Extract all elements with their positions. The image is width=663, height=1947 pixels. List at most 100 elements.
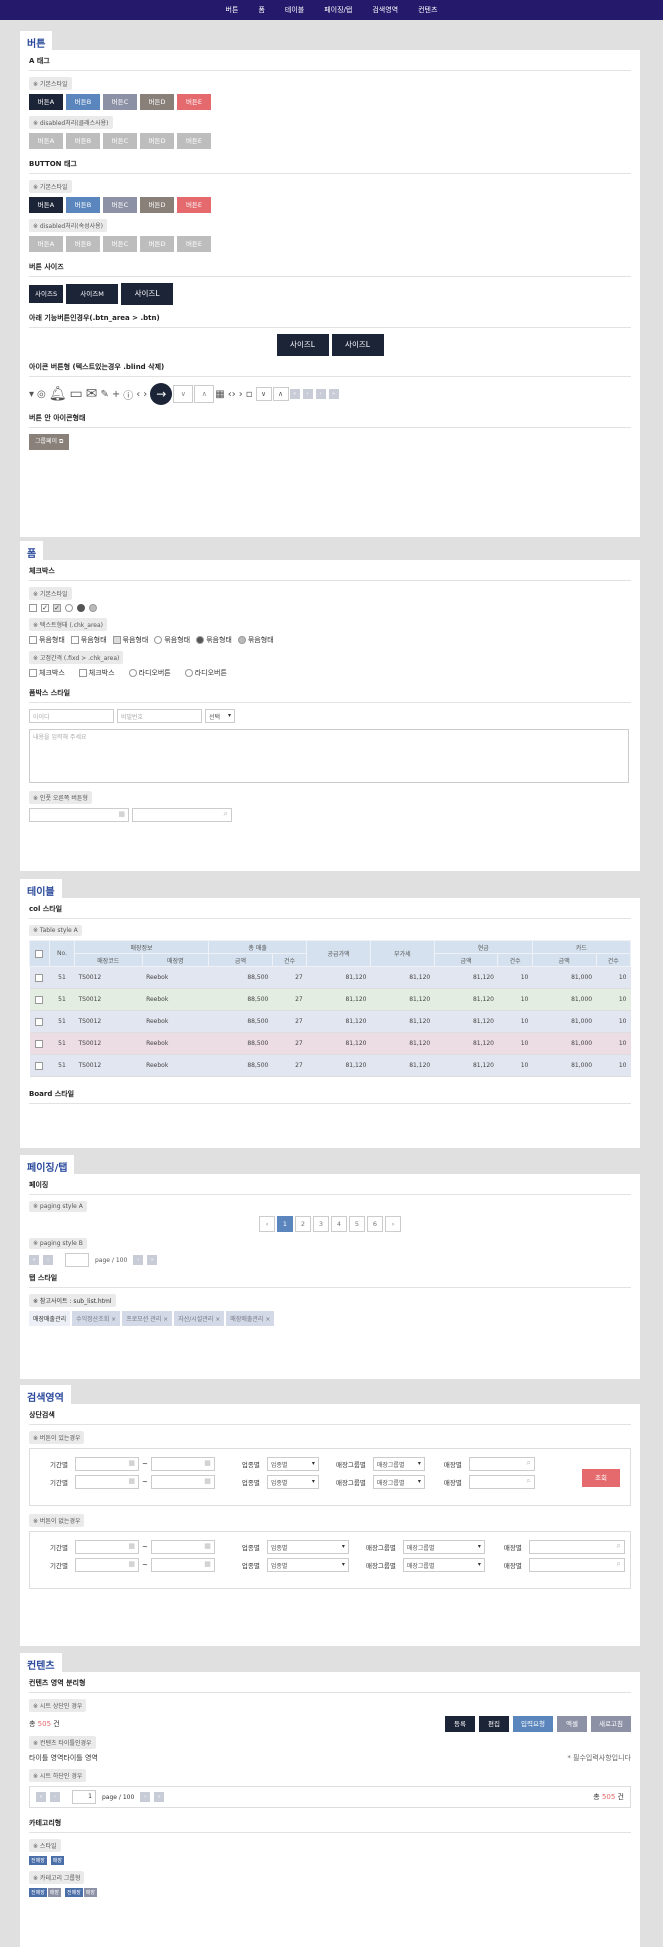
store-search-input[interactable] <box>468 1457 535 1471</box>
fixed-radio[interactable]: 라디오버튼 <box>184 668 227 678</box>
page-input[interactable] <box>65 1253 89 1267</box>
next-page-button[interactable]: › <box>385 1216 401 1232</box>
tab-promotion[interactable]: 프로모션 관리 × <box>122 1311 173 1326</box>
select-all-checkbox[interactable] <box>34 949 43 958</box>
edit-button[interactable]: 편집 <box>479 1716 509 1732</box>
small-box-icon[interactable]: ▫ <box>246 389 253 400</box>
first-page-icon[interactable]: « <box>36 1792 46 1802</box>
page-input[interactable]: 1 <box>72 1790 96 1804</box>
close-icon[interactable]: × <box>111 1316 116 1323</box>
row-checkbox[interactable] <box>34 1061 43 1070</box>
fixed-radio[interactable]: 라디오버튼 <box>128 668 171 678</box>
request-input-button[interactable]: 입력요청 <box>513 1716 553 1732</box>
page-2[interactable]: 2 <box>295 1216 311 1232</box>
tab-asset[interactable]: 자산/시설관리 × <box>174 1311 225 1326</box>
bell-icon[interactable]: 🔔︎ <box>49 386 67 402</box>
id-input[interactable]: 아이디 <box>29 709 114 723</box>
radio-option[interactable]: 묶음형태 <box>196 635 232 645</box>
page-5[interactable]: 5 <box>349 1216 365 1232</box>
size-s-button[interactable]: 사이즈S <box>29 285 64 303</box>
calendar-icon[interactable]: ▦ <box>215 389 224 400</box>
right-icon[interactable]: › <box>143 389 147 400</box>
button-e[interactable]: 버튼E <box>177 94 211 110</box>
nav-table[interactable]: 테이블 <box>275 5 314 15</box>
button-c[interactable]: 버튼C <box>103 94 137 110</box>
checkbox-option[interactable]: 묶음형태 <box>70 635 107 645</box>
refresh-button[interactable]: 새로고침 <box>591 1716 631 1732</box>
next-page-icon[interactable]: › <box>133 1255 144 1265</box>
chevron-up-icon[interactable]: ∧ <box>194 385 215 403</box>
button-e[interactable]: 버튼E <box>177 197 211 213</box>
table-row[interactable]: 51 TS0012 Reebok 88,500 27 81,120 81,120 81,120… <box>29 1032 631 1055</box>
group-select[interactable]: 매장그룹별 <box>402 1558 485 1572</box>
chevron-down-icon[interactable]: ∨ <box>173 385 194 403</box>
row-checkbox[interactable] <box>34 973 43 982</box>
password-input[interactable]: 비밀번호 <box>117 709 202 723</box>
radio-option[interactable]: 묶음형태 <box>154 635 190 645</box>
tab-profit[interactable]: 수익정산조회 × <box>72 1311 121 1326</box>
button-a[interactable]: 버튼A <box>29 94 63 110</box>
nav-button[interactable]: 버튼 <box>216 5 249 15</box>
next-page-icon[interactable]: › <box>140 1792 151 1802</box>
mail-icon[interactable]: ✉ <box>86 386 98 402</box>
last-page-icon[interactable]: » <box>147 1255 158 1265</box>
tab-store-sales[interactable]: 매장매출관리 <box>29 1311 71 1326</box>
arrow-right-icon[interactable]: → <box>150 383 173 405</box>
edit-icon[interactable]: ✎ <box>101 389 109 400</box>
nav-form[interactable]: 폼 <box>248 5 274 15</box>
page-6[interactable]: 6 <box>367 1216 383 1232</box>
group-pay-button[interactable]: 그룹페이 ⧉ <box>29 434 70 450</box>
chevron-up-box-icon[interactable]: ∧ <box>272 387 289 401</box>
row-check-cell[interactable] <box>29 988 50 1011</box>
register-button[interactable]: 등록 <box>445 1716 475 1732</box>
nav-contents[interactable]: 컨텐츠 <box>408 5 447 15</box>
prev-page-icon[interactable]: ‹ <box>50 1792 60 1802</box>
row-checkbox[interactable] <box>34 995 43 1004</box>
start-date-input[interactable] <box>75 1540 139 1554</box>
start-date-input[interactable] <box>75 1558 139 1572</box>
prev-page-button[interactable]: ‹ <box>259 1216 275 1232</box>
row-checkbox[interactable] <box>34 1039 43 1048</box>
radio[interactable] <box>65 604 73 612</box>
button-c[interactable]: 버튼C <box>103 197 137 213</box>
first-page-icon[interactable]: « <box>289 389 300 399</box>
biz-select[interactable]: 업종별 <box>266 1457 319 1471</box>
group-select[interactable]: 매장그룹별 <box>372 1457 425 1471</box>
table-row[interactable]: 51 TS0012 Reebok 88,500 27 81,120 81,120 81,120… <box>29 1010 631 1033</box>
page-4[interactable]: 4 <box>331 1216 347 1232</box>
tab-store-sales-2[interactable]: 매장매출관리 × <box>226 1311 275 1326</box>
first-page-icon[interactable]: « <box>29 1255 39 1265</box>
code-icon[interactable]: ‹› <box>228 389 236 400</box>
fixed-checkbox[interactable]: 체크박스 <box>78 668 115 678</box>
group-select[interactable]: 매장그룹별 <box>402 1540 485 1554</box>
size-m-button[interactable]: 사이즈M <box>66 284 119 304</box>
close-icon[interactable]: × <box>215 1316 220 1323</box>
biz-select[interactable]: 업종별 <box>266 1540 349 1554</box>
checkbox-option[interactable]: 묶음형태 <box>29 635 65 645</box>
folder-icon[interactable]: ▭ <box>70 386 83 402</box>
end-date-input[interactable] <box>150 1540 215 1554</box>
circle-icon[interactable]: ◎ <box>37 389 46 400</box>
info-icon[interactable]: ⓘ <box>123 387 133 402</box>
prev-page-icon[interactable]: ‹ <box>302 389 313 399</box>
content-textarea[interactable]: 내용을 입력해 주세요 <box>29 729 629 783</box>
checkbox-checked[interactable]: ✓ <box>41 604 49 612</box>
button-b[interactable]: 버튼B <box>66 197 100 213</box>
area-button-1[interactable]: 사이즈L <box>276 334 329 356</box>
close-icon[interactable]: × <box>265 1316 270 1323</box>
radio-checked[interactable] <box>77 604 85 612</box>
store-search-input[interactable] <box>468 1475 535 1489</box>
button-b[interactable]: 버튼B <box>66 94 100 110</box>
small-right-icon[interactable]: › <box>239 389 243 400</box>
nav-search[interactable]: 검색영역 <box>362 5 408 15</box>
search-input[interactable] <box>132 808 232 822</box>
page-3[interactable]: 3 <box>313 1216 329 1232</box>
start-date-input[interactable] <box>75 1457 139 1471</box>
close-icon[interactable]: × <box>163 1316 168 1323</box>
table-row[interactable]: 51 TS0012 Reebok 88,500 27 81,120 81,120 81,120… <box>29 988 631 1011</box>
page-1[interactable]: 1 <box>277 1216 293 1232</box>
table-row[interactable]: 51 TS0012 Reebok 88,500 27 81,120 81,120 81,120… <box>29 966 631 989</box>
biz-select[interactable]: 업종별 <box>266 1558 349 1572</box>
end-date-input[interactable] <box>150 1457 215 1471</box>
excel-button[interactable]: 엑셀 <box>557 1716 587 1732</box>
